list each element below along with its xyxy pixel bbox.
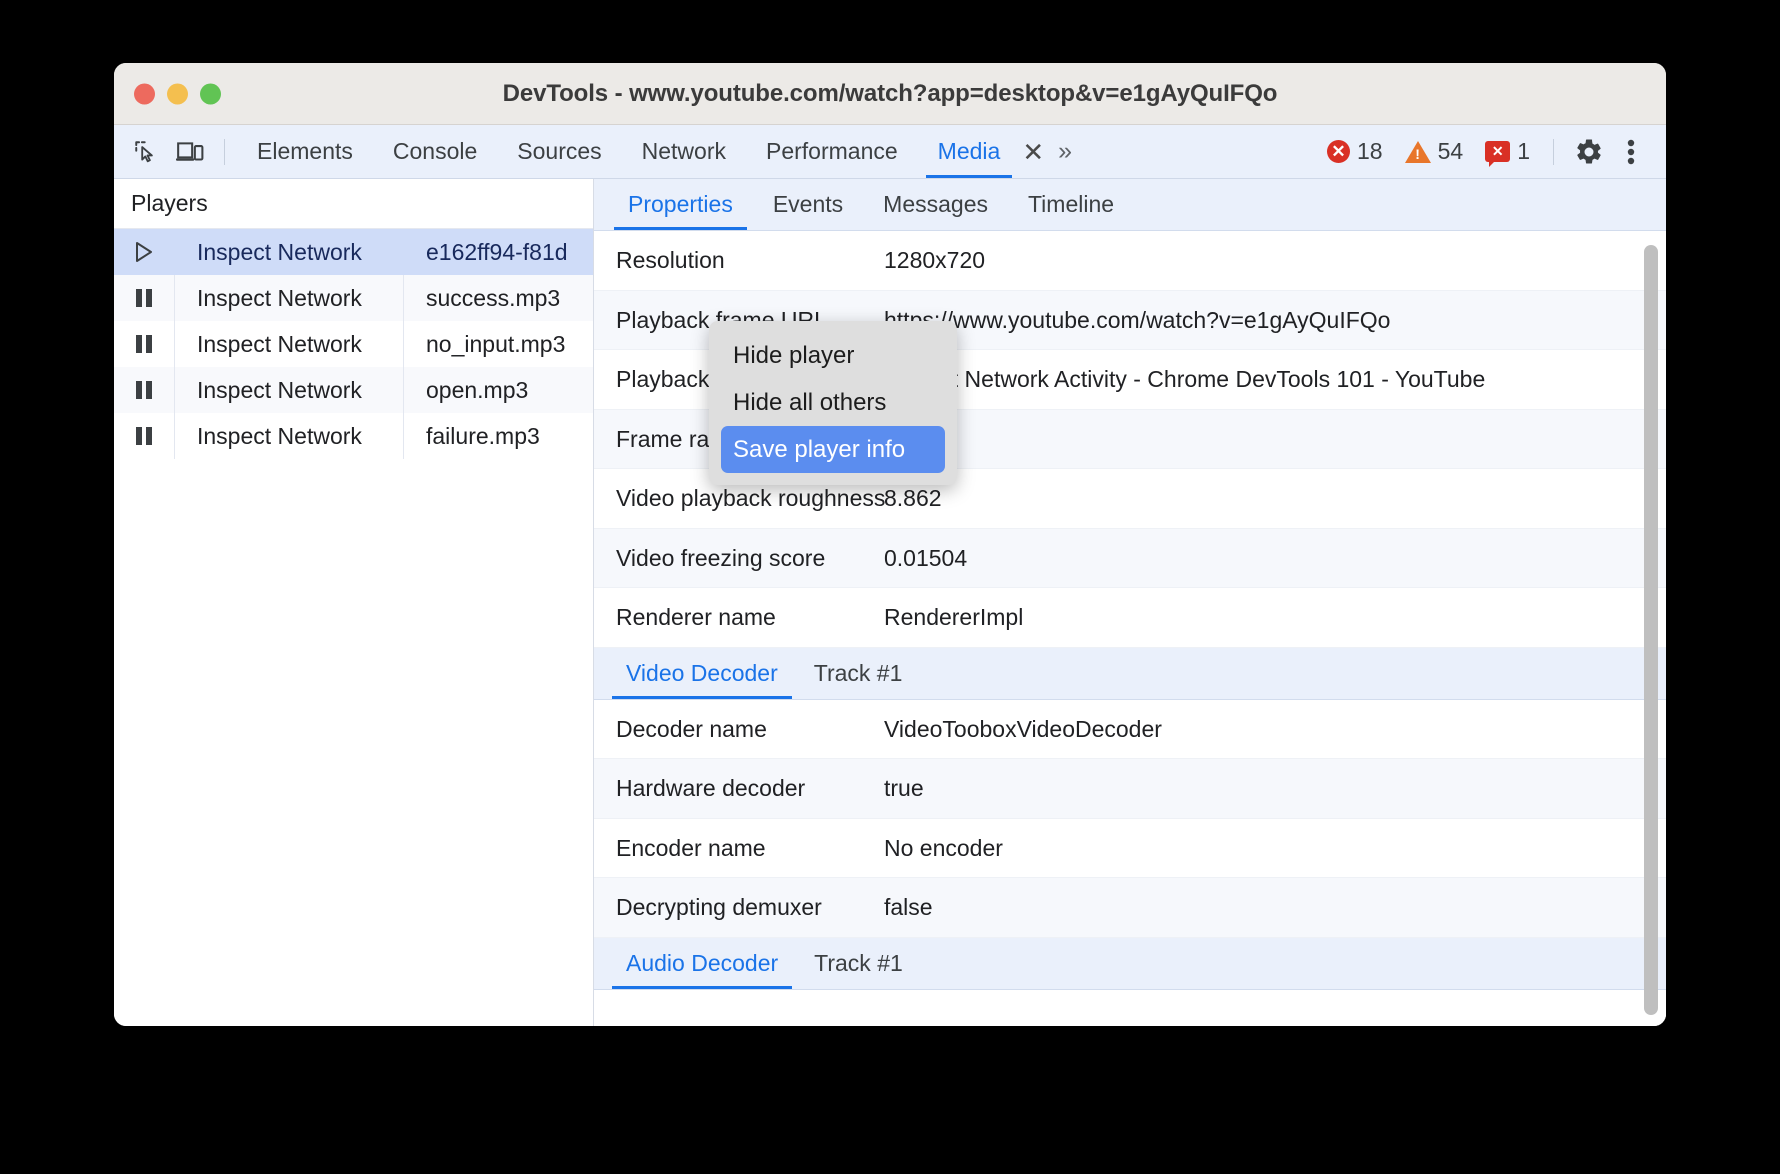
player-name: Inspect Network [197, 238, 362, 265]
warning-count: 54 [1437, 138, 1464, 164]
property-row: Decoder name VideoTooboxVideoDecoder [594, 700, 1666, 759]
toolbar-right-divider [1553, 138, 1554, 165]
panel-tabs: Elements Console Sources Network Perform… [237, 125, 1080, 178]
kebab-menu-icon[interactable] [1610, 131, 1652, 173]
property-value: 1280x720 [884, 247, 986, 273]
menu-item-hide-player[interactable]: Hide player [709, 332, 957, 379]
property-row: Video freezing score 0.01504 [594, 528, 1666, 588]
window-titlebar: DevTools - www.youtube.com/watch?app=des… [114, 63, 1666, 125]
pause-icon [114, 379, 174, 401]
window-title: DevTools - www.youtube.com/watch?app=des… [502, 79, 1278, 107]
tab-messages[interactable]: Messages [863, 179, 1008, 230]
player-id: open.mp3 [426, 376, 529, 403]
tab-network[interactable]: Network [622, 125, 746, 178]
error-count: 18 [1357, 138, 1383, 164]
property-key: Decrypting demuxer [616, 894, 822, 920]
property-value: Inspect Network Activity - Chrome DevToo… [884, 366, 1486, 392]
gear-icon[interactable] [1568, 131, 1610, 173]
tab-video-track-1[interactable]: Track #1 [796, 648, 921, 699]
warning-icon [1404, 140, 1431, 163]
property-key: Encoder name [616, 834, 766, 861]
property-value: 8.862 [884, 485, 942, 511]
properties-scrollbar[interactable] [1643, 237, 1659, 1020]
scrollbar-thumb[interactable] [1644, 245, 1658, 1015]
property-value: https://www.youtube.com/watch?v=e1gAyQuI… [884, 306, 1391, 333]
tab-video-decoder[interactable]: Video Decoder [608, 648, 796, 699]
player-name: Inspect Network [197, 284, 362, 311]
players-pane: Players Inspect Network e162ff94-f81d In… [114, 179, 594, 1026]
audio-decoder-tabs: Audio Decoder Track #1 [594, 937, 1666, 990]
player-name: Inspect Network [197, 422, 362, 449]
devtools-toolbar: Elements Console Sources Network Perform… [114, 125, 1666, 179]
property-row: Renderer name RendererImpl [594, 588, 1666, 648]
error-counter[interactable]: ✕ 18 [1318, 138, 1392, 165]
property-row: Encoder name No encoder [594, 819, 1666, 878]
pause-icon [114, 287, 174, 309]
property-row: Decrypting demuxer false [594, 878, 1666, 938]
menu-item-hide-all-others[interactable]: Hide all others [709, 379, 957, 426]
tab-performance[interactable]: Performance [746, 125, 918, 178]
tab-audio-decoder[interactable]: Audio Decoder [608, 938, 796, 989]
tab-elements[interactable]: Elements [237, 125, 373, 178]
property-value: true [884, 775, 924, 801]
warning-counter[interactable]: 54 [1396, 138, 1473, 165]
inspect-element-icon[interactable] [124, 132, 168, 172]
pause-icon [114, 333, 174, 355]
property-value: VideoTooboxVideoDecoder [884, 715, 1162, 742]
tab-sources[interactable]: Sources [497, 125, 621, 178]
tab-media[interactable]: Media [918, 125, 1021, 178]
tab-console[interactable]: Console [373, 125, 497, 178]
tab-events[interactable]: Events [753, 179, 863, 230]
property-key: Hardware decoder [616, 775, 806, 801]
device-toolbar-icon[interactable] [168, 132, 212, 172]
property-key: Renderer name [616, 604, 776, 630]
video-decoder-tabs: Video Decoder Track #1 [594, 647, 1666, 700]
player-id: failure.mp3 [426, 422, 540, 449]
player-row[interactable]: Inspect Network success.mp3 [114, 275, 593, 321]
error-icon: ✕ [1327, 140, 1351, 163]
devtools-body: Players Inspect Network e162ff94-f81d In… [114, 179, 1666, 1026]
devtools-window: DevTools - www.youtube.com/watch?app=des… [114, 63, 1666, 1026]
property-key: Video freezing score [616, 544, 826, 571]
menu-item-save-player-info[interactable]: Save player info [721, 426, 945, 473]
property-key: Decoder name [616, 715, 767, 742]
player-row[interactable]: Inspect Network e162ff94-f81d [114, 229, 593, 275]
player-id: e162ff94-f81d [426, 238, 568, 265]
property-key: Resolution [616, 247, 725, 273]
property-value: 0.01504 [884, 544, 968, 571]
player-name: Inspect Network [197, 330, 362, 357]
issue-count: 1 [1517, 138, 1530, 164]
players-header: Players [114, 179, 593, 229]
issue-counter[interactable]: ✕ 1 [1476, 138, 1539, 167]
toolbar-divider [224, 138, 225, 165]
property-row: Hardware decoder true [594, 759, 1666, 819]
property-row: Resolution 1280x720 [594, 231, 1666, 291]
properties-pane: Properties Events Messages Timeline Reso… [594, 179, 1666, 1026]
close-tab-icon[interactable]: ✕ [1022, 139, 1044, 165]
property-value: false [884, 894, 933, 920]
player-id: no_input.mp3 [426, 330, 566, 357]
tab-audio-track-1[interactable]: Track #1 [796, 938, 921, 989]
property-value: 24 [884, 422, 1666, 457]
property-key: Video playback roughness [616, 485, 886, 511]
player-name: Inspect Network [197, 376, 362, 403]
player-row[interactable]: Inspect Network no_input.mp3 [114, 321, 593, 367]
issue-counters: ✕ 18 54 ✕ 1 [1318, 138, 1539, 167]
player-context-menu: Hide player Hide all others Save player … [709, 321, 957, 485]
more-tabs-icon[interactable]: » [1050, 139, 1080, 164]
issue-icon: ✕ [1485, 141, 1511, 167]
player-row[interactable]: Inspect Network failure.mp3 [114, 413, 593, 459]
player-id: success.mp3 [426, 284, 561, 311]
tab-properties[interactable]: Properties [608, 179, 753, 230]
play-icon [114, 241, 174, 263]
player-row[interactable]: Inspect Network open.mp3 [114, 367, 593, 413]
pause-icon [114, 425, 174, 447]
property-value: RendererImpl [884, 604, 1024, 630]
property-value: No encoder [884, 834, 1003, 861]
detail-tabs: Properties Events Messages Timeline [594, 179, 1666, 231]
tab-timeline[interactable]: Timeline [1008, 179, 1134, 230]
